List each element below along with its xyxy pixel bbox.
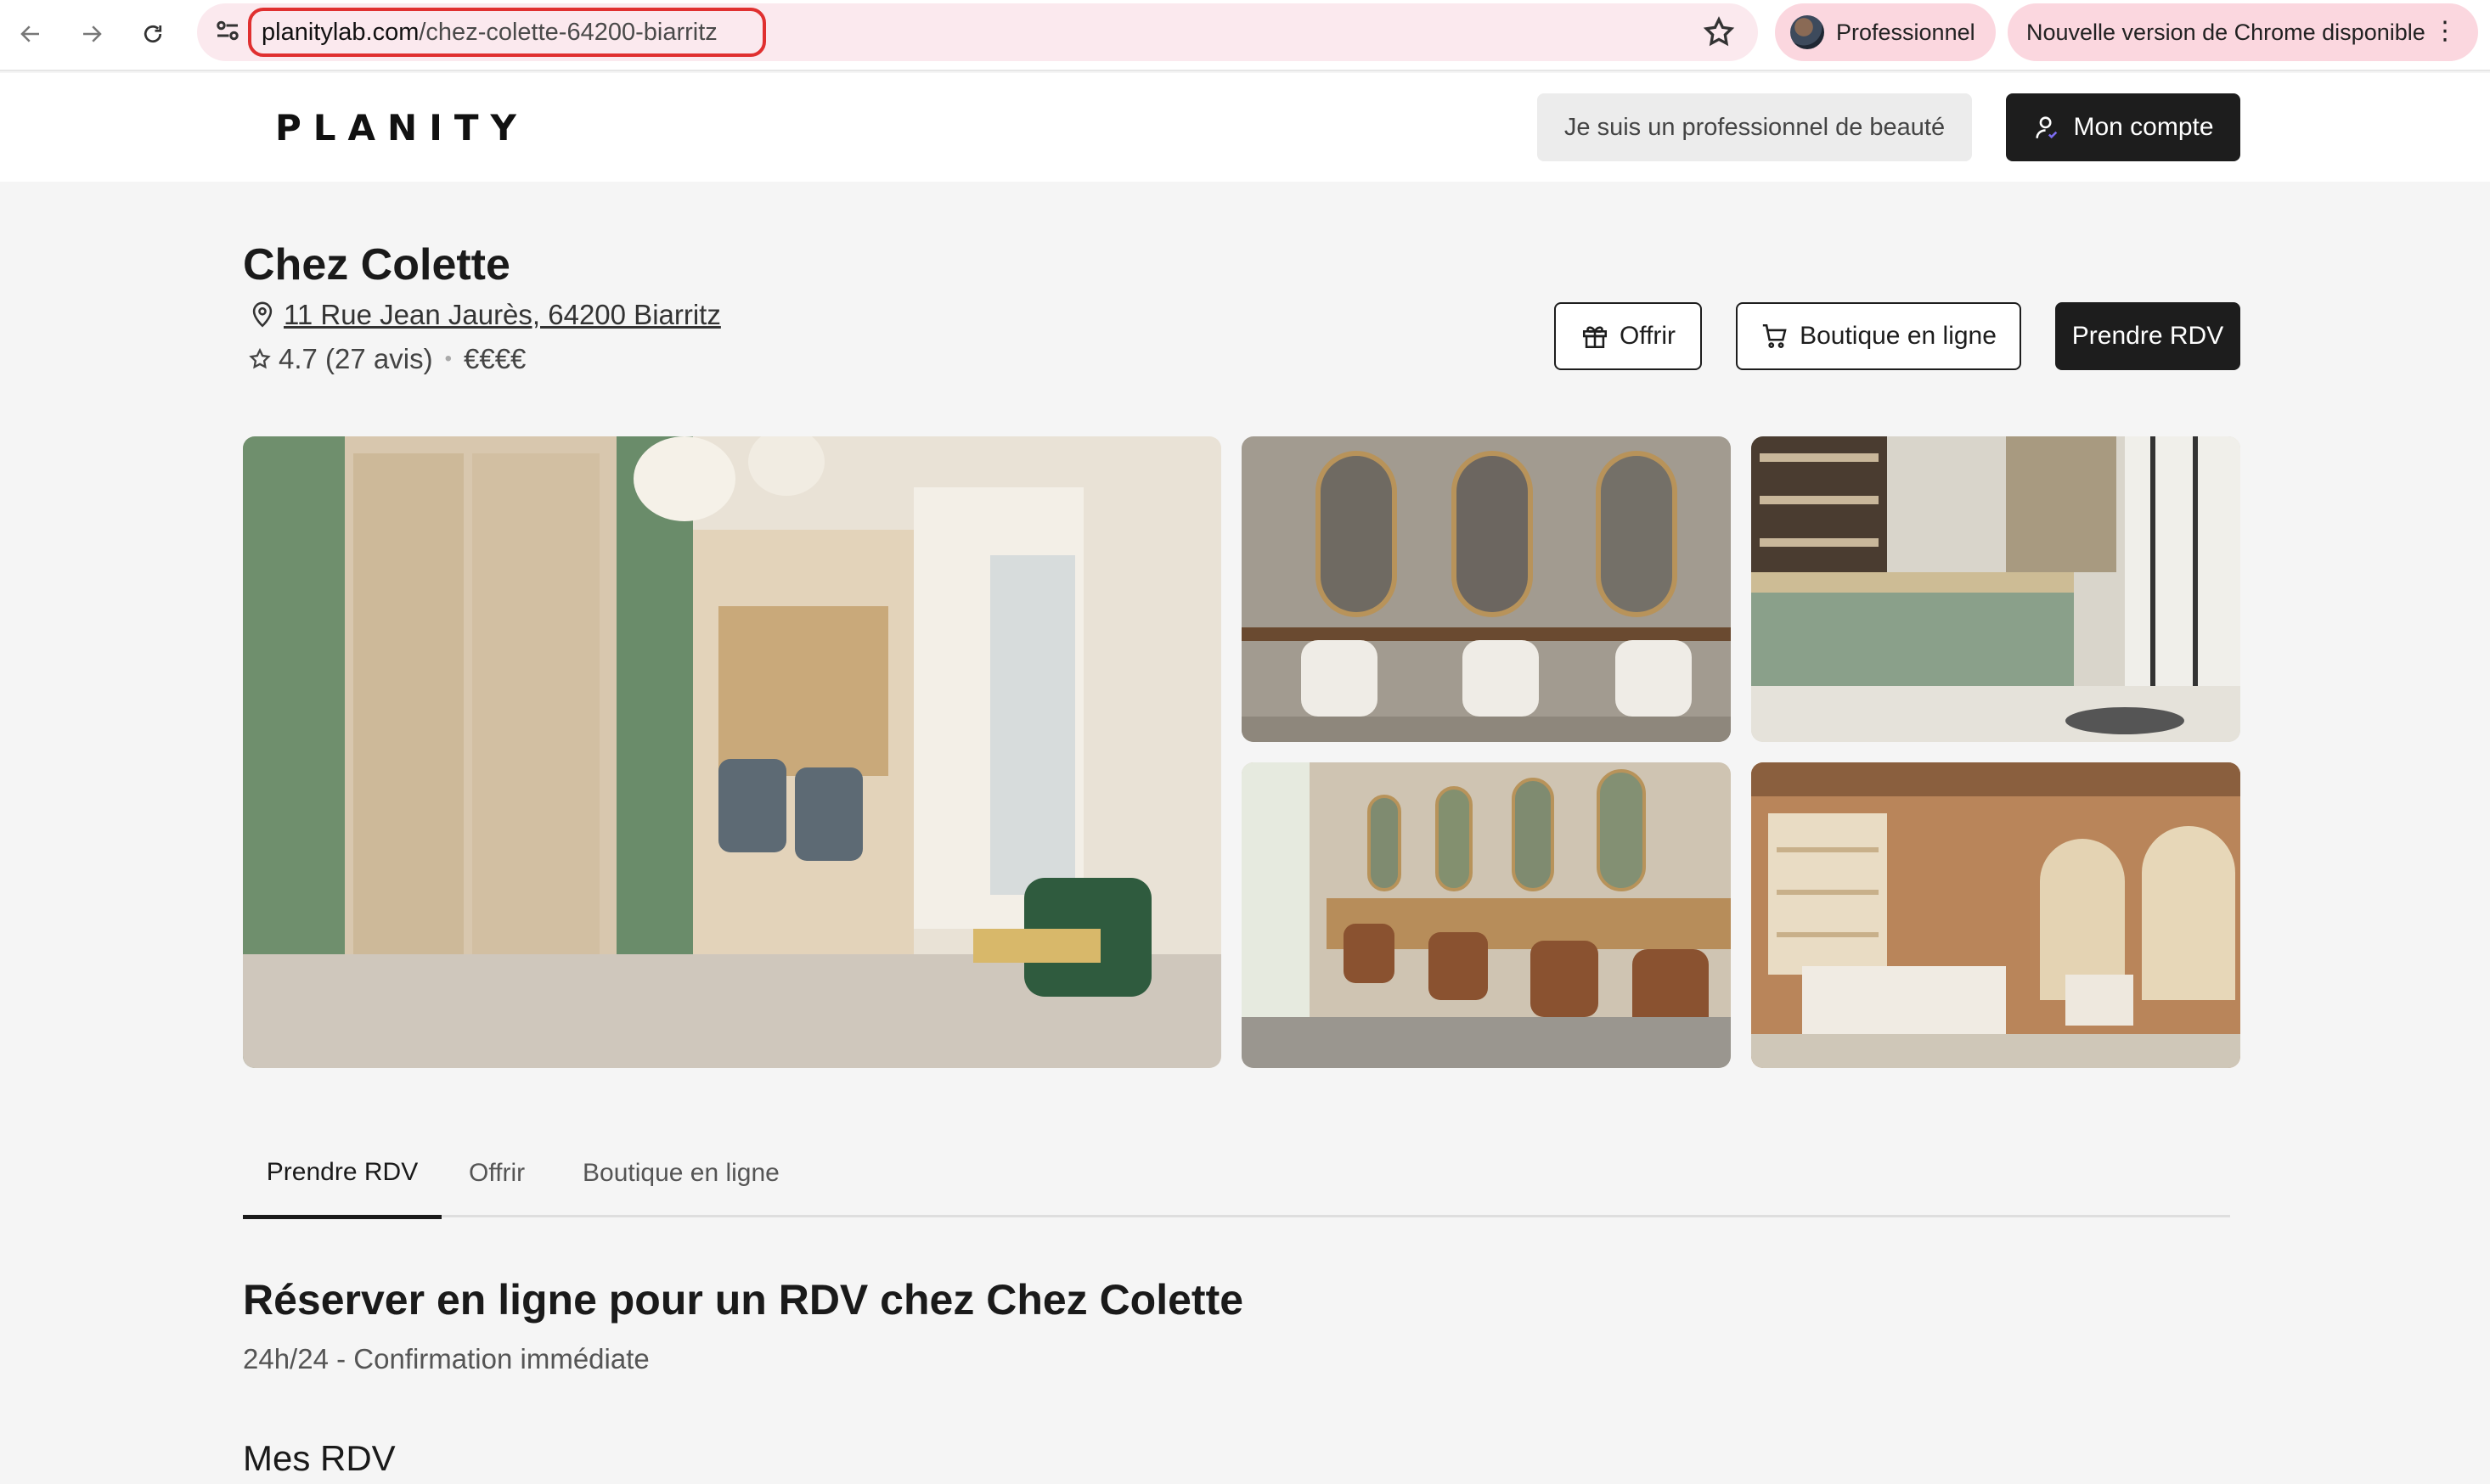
salon-boutique-photo[interactable] — [1751, 762, 2240, 1068]
tab-offrir[interactable]: Offrir — [469, 1129, 545, 1217]
reload-icon[interactable] — [132, 14, 173, 54]
salon-reception-photo[interactable] — [1751, 436, 2240, 742]
chrome-update-button[interactable]: Nouvelle version de Chrome disponible ⋮ — [2008, 3, 2478, 61]
price-level: €€€€ — [464, 343, 527, 374]
account-button[interactable]: Mon compte — [2006, 93, 2240, 161]
profile-button[interactable]: Professionnel — [1775, 3, 1996, 61]
url-path: /chez-colette-64200-biarritz — [419, 18, 718, 46]
bullet-separator: • — [444, 347, 452, 370]
star-icon — [249, 347, 271, 369]
rating-text: 4.7 (27 avis) — [279, 343, 433, 374]
profile-label: Professionnel — [1836, 19, 1975, 45]
forward-arrow-icon[interactable] — [71, 14, 112, 54]
location-pin-icon — [252, 301, 273, 328]
section-tabs: Prendre RDV Offrir Boutique en ligne — [243, 1129, 2230, 1219]
salon-styling-stations-photo[interactable] — [1242, 762, 1731, 1068]
pro-button[interactable]: Je suis un professionnel de beauté — [1537, 93, 1972, 161]
back-arrow-icon[interactable] — [10, 14, 51, 54]
salon-address-link[interactable]: 11 Rue Jean Jaurès, 64200 Biarritz — [248, 299, 721, 331]
more-vert-icon[interactable]: ⋮ — [2432, 19, 2458, 44]
gift-icon — [1582, 326, 1607, 349]
site-info-icon[interactable] — [212, 15, 243, 46]
cart-icon — [1762, 323, 1787, 349]
salon-rating: 4.7 (27 avis) • €€€€ — [248, 343, 526, 375]
tab-prendre-rdv[interactable]: Prendre RDV — [243, 1129, 442, 1219]
account-label: Mon compte — [2073, 113, 2214, 141]
avatar — [1790, 15, 1824, 49]
shop-label: Boutique en ligne — [1800, 322, 1997, 350]
site-header: PLANITY Je suis un professionnel de beau… — [0, 73, 2490, 182]
salon-main-photo[interactable] — [243, 436, 1221, 1068]
url-text[interactable]: planitylab.com/chez-colette-64200-biarri… — [248, 8, 766, 57]
tab-boutique[interactable]: Boutique en ligne — [583, 1129, 786, 1217]
planity-logo[interactable]: PLANITY — [275, 107, 528, 149]
shop-button[interactable]: Boutique en ligne — [1736, 302, 2021, 370]
url-host: planitylab.com — [262, 18, 420, 46]
salon-mirrors-photo[interactable] — [1242, 436, 1731, 742]
browser-toolbar: planitylab.com/chez-colette-64200-biarri… — [0, 0, 2490, 71]
booking-title: Réserver en ligne pour un RDV chez Chez … — [243, 1276, 1244, 1324]
booking-subtitle: 24h/24 - Confirmation immédiate — [243, 1343, 650, 1374]
offer-button[interactable]: Offrir — [1554, 302, 1702, 370]
salon-name: Chez Colette — [243, 240, 510, 289]
update-label: Nouvelle version de Chrome disponible — [2026, 19, 2425, 45]
address-text: 11 Rue Jean Jaurès, 64200 Biarritz — [284, 299, 721, 330]
book-button[interactable]: Prendre RDV — [2055, 302, 2240, 370]
my-appointments-heading: Mes RDV — [243, 1438, 396, 1478]
user-icon — [2036, 116, 2058, 139]
bookmark-star-icon[interactable] — [1702, 15, 1736, 49]
offer-label: Offrir — [1619, 322, 1676, 350]
